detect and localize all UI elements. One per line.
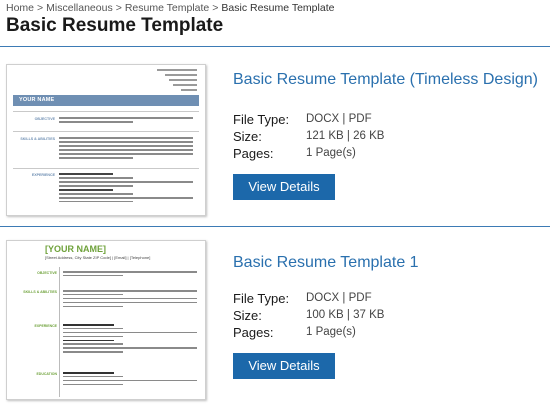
template-title-link[interactable]: Basic Resume Template (Timeless Design) — [233, 71, 538, 89]
pages-value: 1 Page(s) — [306, 326, 356, 338]
file-type-value: DOCX | PDF — [306, 292, 372, 304]
pages-label: Pages: — [233, 146, 274, 161]
view-details-button[interactable]: View Details — [233, 353, 335, 379]
breadcrumb-current: Basic Resume Template — [221, 2, 335, 14]
thumbnail-section-label: SKILLS & ABILITIES — [23, 290, 57, 294]
breadcrumb-separator: > — [115, 2, 122, 14]
thumbnail-section-label: EXPERIENCE — [31, 173, 55, 177]
page-title: Basic Resume Template — [6, 15, 224, 36]
thumbnail-text-lines — [63, 372, 197, 388]
thumbnail-text-lines — [59, 117, 193, 125]
file-type-label: File Type: — [233, 112, 290, 127]
breadcrumb-resume-template-link[interactable]: Resume Template — [125, 2, 209, 14]
thumbnail-name: YOUR NAME — [19, 97, 55, 103]
section-divider — [0, 46, 550, 47]
size-label: Size: — [233, 129, 262, 144]
thumbnail-text-lines — [63, 324, 197, 355]
thumbnail-vertical-rule — [59, 267, 60, 397]
thumbnail-rule — [13, 111, 199, 112]
breadcrumb-home-link[interactable]: Home — [6, 2, 34, 14]
size-value: 121 KB | 26 KB — [306, 130, 385, 142]
file-type-value: DOCX | PDF — [306, 113, 372, 125]
thumbnail-text-lines — [63, 290, 197, 309]
thumbnail-address-block — [157, 69, 197, 94]
breadcrumb-separator: > — [37, 2, 44, 14]
breadcrumb: Home > Miscellaneous > Resume Template > Basic… — [6, 2, 334, 14]
template-title-link[interactable]: Basic Resume Template 1 — [233, 254, 419, 272]
breadcrumb-separator: > — [212, 2, 219, 14]
thumbnail-section-label: OBJECTIVE — [34, 117, 55, 121]
breadcrumb-miscellaneous-link[interactable]: Miscellaneous — [46, 2, 113, 14]
thumbnail-section-label: SKILLS & ABILITIES — [20, 137, 55, 141]
pages-label: Pages: — [233, 325, 274, 340]
template-thumbnail-basic-1[interactable]: [YOUR NAME] [Street Address, City State … — [6, 240, 206, 400]
thumbnail-section-label: EDUCATION — [36, 372, 57, 376]
section-divider — [0, 226, 550, 227]
thumbnail-address: [Street Address, City State ZIP Code] | … — [45, 255, 151, 260]
size-label: Size: — [233, 308, 262, 323]
thumbnail-text-lines — [63, 271, 197, 279]
file-type-label: File Type: — [233, 291, 290, 306]
size-value: 100 KB | 37 KB — [306, 309, 385, 321]
thumbnail-text-lines — [59, 173, 193, 205]
template-thumbnail-timeless[interactable]: YOUR NAME OBJECTIVE SKILLS & ABILITIES E… — [6, 64, 206, 216]
thumbnail-section-label: OBJECTIVE — [37, 271, 57, 275]
pages-value: 1 Page(s) — [306, 147, 356, 159]
thumbnail-rule — [13, 168, 199, 169]
thumbnail-name: [YOUR NAME] — [45, 244, 106, 254]
thumbnail-name-bar: YOUR NAME — [13, 95, 199, 106]
thumbnail-rule — [13, 131, 199, 132]
thumbnail-text-lines — [59, 137, 193, 161]
thumbnail-section-label: EXPERIENCE — [34, 324, 57, 328]
view-details-button[interactable]: View Details — [233, 174, 335, 200]
